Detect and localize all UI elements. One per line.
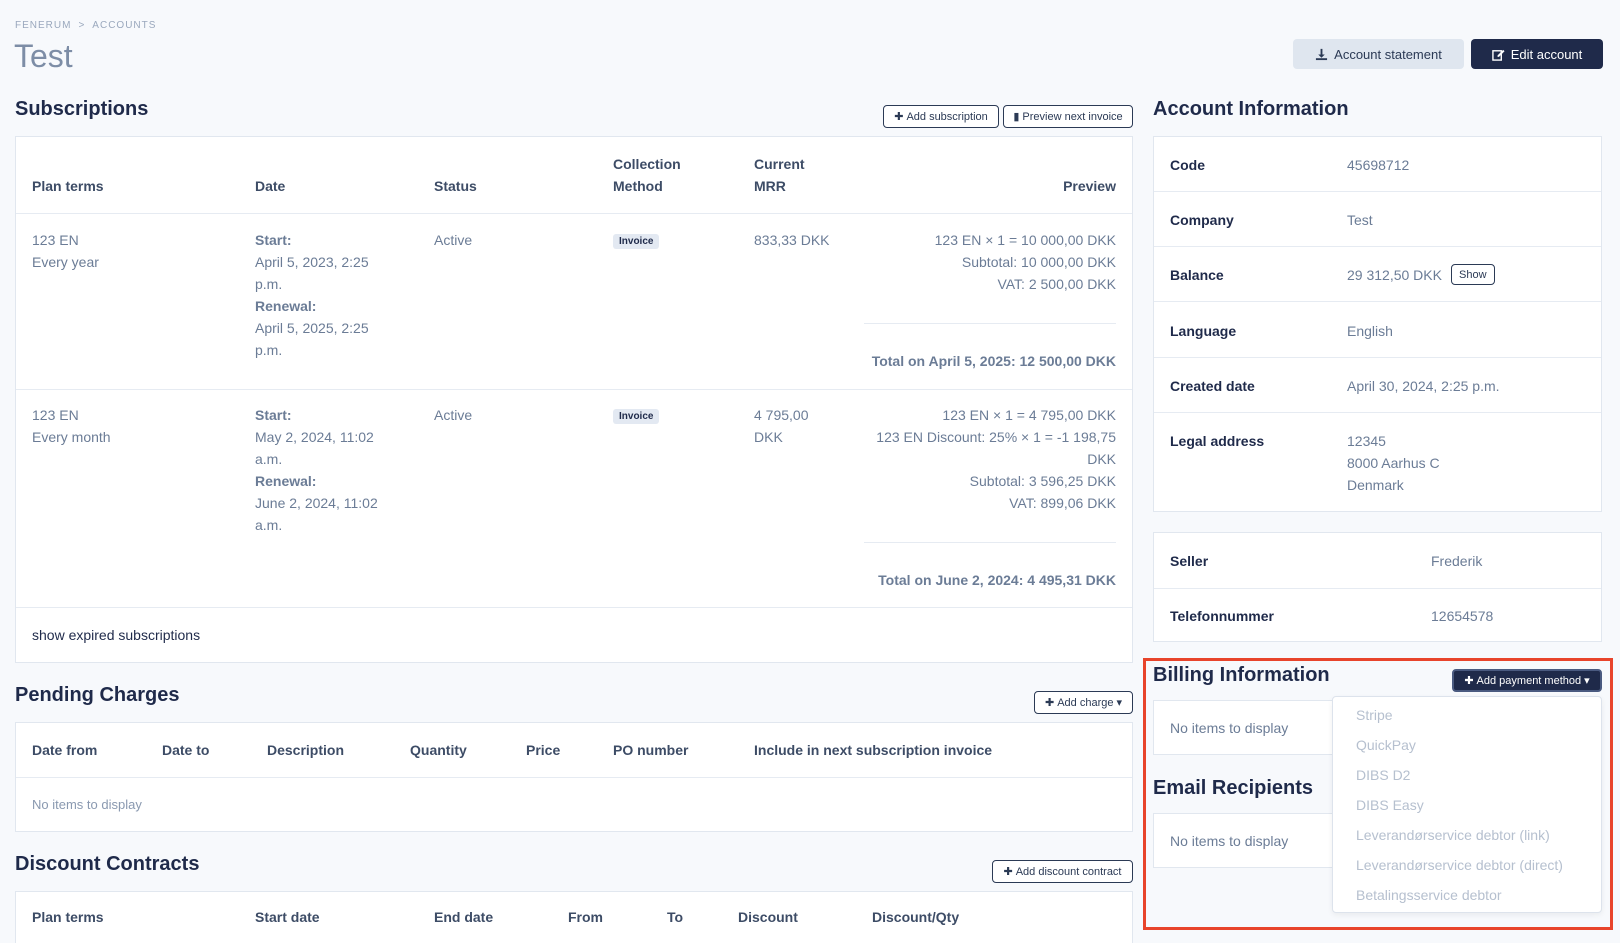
edit-icon xyxy=(1491,48,1505,61)
subscriptions-table: Plan terms Date Status Collection Method… xyxy=(15,136,1133,663)
download-icon xyxy=(1315,48,1328,61)
divider xyxy=(16,389,1132,390)
show-expired-link[interactable]: show expired subscriptions xyxy=(32,624,200,646)
account-info-title: Account Information xyxy=(1153,98,1349,120)
account-created-date: April 30, 2024, 2:25 p.m. xyxy=(1347,378,1500,394)
add-discount-contract-button[interactable]: ✚ Add discount contract xyxy=(992,860,1133,883)
seller-info-card: Seller Frederik Telefonnummer 12654578 xyxy=(1153,532,1602,642)
breadcrumb-current[interactable]: ACCOUNTS xyxy=(92,20,156,31)
seller-phone: 12654578 xyxy=(1431,608,1494,624)
account-language: English xyxy=(1347,323,1393,339)
add-subscription-button[interactable]: ✚ Add subscription xyxy=(883,105,999,128)
caret-down-icon: ▾ xyxy=(1116,697,1122,709)
show-balance-button[interactable]: Show xyxy=(1451,264,1495,285)
seller-name: Frederik xyxy=(1431,553,1483,569)
method-badge: Invoice xyxy=(613,409,660,424)
plus-icon: ✚ xyxy=(1003,866,1013,878)
account-info-card: Code 45698712 Company Test Balance 29 31… xyxy=(1153,136,1602,512)
method-badge: Invoice xyxy=(613,234,660,249)
subscription-total: Total on April 5, 2025: 12 500,00 DKK xyxy=(871,353,1116,369)
discount-contracts-title: Discount Contracts xyxy=(15,853,200,875)
account-code: 45698712 xyxy=(1347,157,1410,173)
account-balance: 29 312,50 DKK xyxy=(1347,267,1442,283)
breadcrumb-root[interactable]: FENERUM xyxy=(15,20,71,31)
file-icon: ▮ xyxy=(1013,111,1020,123)
plus-icon: ✚ xyxy=(1044,697,1055,709)
pending-charges-title: Pending Charges xyxy=(15,684,180,706)
edit-account-button[interactable]: Edit account xyxy=(1471,39,1603,69)
add-charge-button[interactable]: ✚ Add charge ▾ xyxy=(1034,691,1133,714)
plus-icon: ✚ xyxy=(894,111,904,123)
pending-charges-table: Date from Date to Description Quantity P… xyxy=(15,722,1133,832)
divider xyxy=(16,213,1132,214)
highlight-box xyxy=(1143,658,1613,930)
divider xyxy=(16,607,1132,608)
subscription-total: Total on June 2, 2024: 4 495,31 DKK xyxy=(878,572,1116,588)
breadcrumb: FENERUM > ACCOUNTS xyxy=(15,20,157,31)
account-company: Test xyxy=(1347,212,1373,228)
subscriptions-title: Subscriptions xyxy=(15,98,149,120)
preview-next-invoice-button[interactable]: ▮ Preview next invoice xyxy=(1003,105,1133,128)
page-title: Test xyxy=(14,38,73,74)
empty-state: No items to display xyxy=(32,797,142,812)
account-statement-button[interactable]: Account statement xyxy=(1293,39,1464,69)
discount-contracts-table: Plan terms Start date End date From To D… xyxy=(15,891,1133,943)
